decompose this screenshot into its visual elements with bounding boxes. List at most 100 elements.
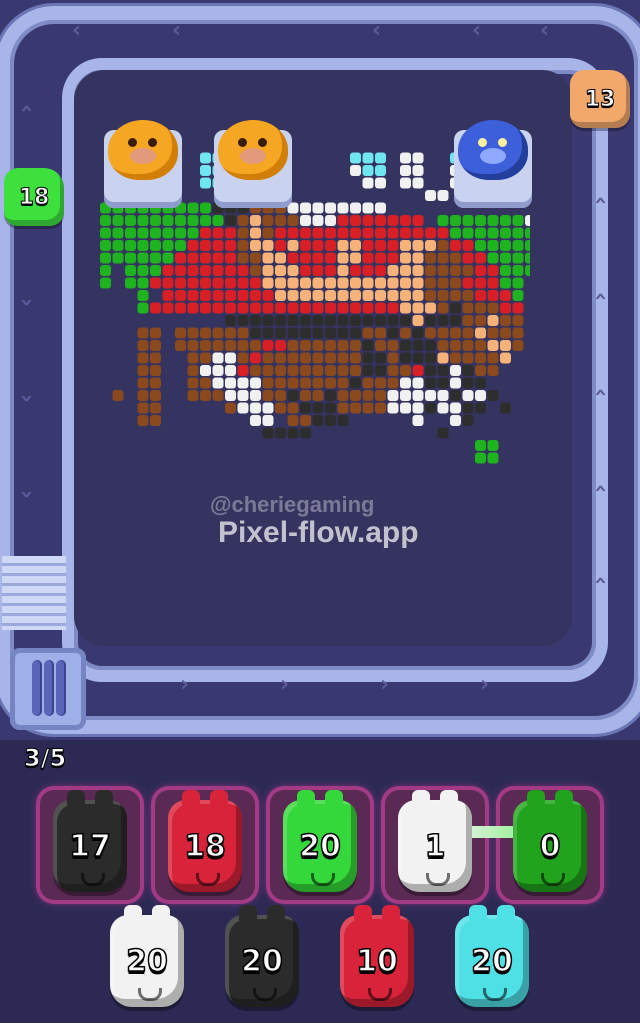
- pixel-block: [112, 227, 124, 239]
- pixel-block: [412, 252, 424, 264]
- pixel-block: [150, 340, 161, 351]
- pixel-block: [487, 440, 499, 451]
- pixel-block: [300, 377, 311, 389]
- pixel-block: [212, 302, 224, 314]
- pig-tail-icon: [196, 873, 220, 886]
- pixel-block: [462, 302, 474, 314]
- pixel-block: [312, 377, 324, 389]
- pixel-block: [462, 315, 474, 326]
- pixel-block: [412, 340, 424, 351]
- pixel-block: [362, 165, 374, 176]
- pixel-block: [350, 252, 361, 264]
- pixel-block: [512, 340, 524, 351]
- pixel-block: [400, 402, 411, 414]
- pixel-block: [387, 302, 399, 314]
- track-arrow-icon: ‹: [14, 393, 40, 404]
- bucket-count: 10: [355, 943, 398, 980]
- pixel-block: [187, 352, 199, 364]
- pixel-block: [137, 327, 149, 339]
- track-pig-peach[interactable]: 13: [570, 70, 630, 128]
- pixel-block: [237, 340, 249, 351]
- pixel-block: [312, 290, 324, 301]
- track-arrow-icon: ‹: [372, 18, 382, 43]
- pixel-block: [262, 315, 274, 326]
- pixel-block: [237, 277, 249, 289]
- pixel-block: [312, 252, 324, 264]
- track-pig-count: 13: [584, 86, 616, 112]
- pixel-block: [175, 240, 186, 251]
- pixel-block: [450, 327, 461, 339]
- pixel-block: [212, 227, 224, 239]
- pixel-block: [437, 190, 449, 201]
- pixel-block: [350, 377, 361, 389]
- pixel-block: [137, 215, 149, 226]
- pixel-block: [437, 402, 449, 414]
- pig-ear: [354, 905, 372, 921]
- pixel-block: [250, 390, 261, 401]
- pixel-block: [450, 377, 461, 389]
- pig-bucket[interactable]: 20: [283, 790, 357, 892]
- pixel-block: [475, 277, 486, 289]
- pixel-block: [350, 215, 361, 226]
- pixel-block: [450, 340, 461, 351]
- pixel-block: [350, 352, 361, 364]
- pixel-block: [450, 290, 461, 301]
- pig-bucket[interactable]: 20: [455, 905, 529, 1007]
- pixel-block: [375, 152, 386, 164]
- pixel-block: [362, 240, 374, 251]
- pixel-block: [450, 352, 461, 364]
- pixel-block: [275, 427, 286, 439]
- pixel-block: [487, 365, 499, 376]
- pixel-block: [475, 302, 486, 314]
- pixel-block: [400, 302, 411, 314]
- track-pig-green[interactable]: 18: [4, 168, 64, 226]
- pixel-block: [512, 327, 524, 339]
- pixel-block: [137, 352, 149, 364]
- pixel-block: [312, 415, 324, 426]
- pixel-block: [237, 215, 249, 226]
- pixel-block: [287, 427, 299, 439]
- pixel-block: [375, 377, 386, 389]
- pixel-block: [475, 215, 486, 226]
- pixel-block: [362, 277, 374, 289]
- pixel-block: [225, 340, 236, 351]
- pixel-block: [475, 377, 486, 389]
- pumpkin-shooter[interactable]: [104, 120, 182, 208]
- pig-bucket[interactable]: 17: [53, 790, 127, 892]
- pixel-block: [187, 327, 199, 339]
- pixel-block: [462, 265, 474, 276]
- pixel-block: [425, 390, 436, 401]
- pixel-block: [412, 302, 424, 314]
- pixel-block: [375, 265, 386, 276]
- pig-bucket[interactable]: 1: [398, 790, 472, 892]
- pixel-block: [325, 240, 336, 251]
- pixel-block: [187, 240, 199, 251]
- pig-bucket[interactable]: 0: [513, 790, 587, 892]
- pumpkin-shooter[interactable]: [214, 120, 292, 208]
- pig-bucket[interactable]: 20: [110, 905, 184, 1007]
- pixel-block: [262, 365, 274, 376]
- pixel-block: [275, 340, 286, 351]
- pixel-block: [300, 290, 311, 301]
- pixel-block: [400, 227, 411, 239]
- blue-pumpkin-shooter[interactable]: [454, 120, 532, 208]
- pixel-block: [262, 265, 274, 276]
- pixel-block: [525, 252, 530, 264]
- pixel-block: [400, 390, 411, 401]
- track-arrow-icon: ‹: [14, 297, 40, 308]
- pixel-block: [400, 327, 411, 339]
- pixel-block: [325, 277, 336, 289]
- pixel-block: [112, 390, 124, 401]
- track-arrow-icon: ‹: [588, 575, 614, 586]
- pixel-block: [462, 240, 474, 251]
- pig-bucket[interactable]: 18: [168, 790, 242, 892]
- pixel-block: [387, 227, 399, 239]
- pig-bucket[interactable]: 20: [225, 905, 299, 1007]
- pixel-block: [150, 352, 161, 364]
- pixel-block: [162, 215, 174, 226]
- pixel-block: [362, 252, 374, 264]
- pixel-block: [200, 327, 211, 339]
- pixel-block: [337, 352, 349, 364]
- pig-bucket[interactable]: 10: [340, 905, 414, 1007]
- pixel-block: [450, 227, 461, 239]
